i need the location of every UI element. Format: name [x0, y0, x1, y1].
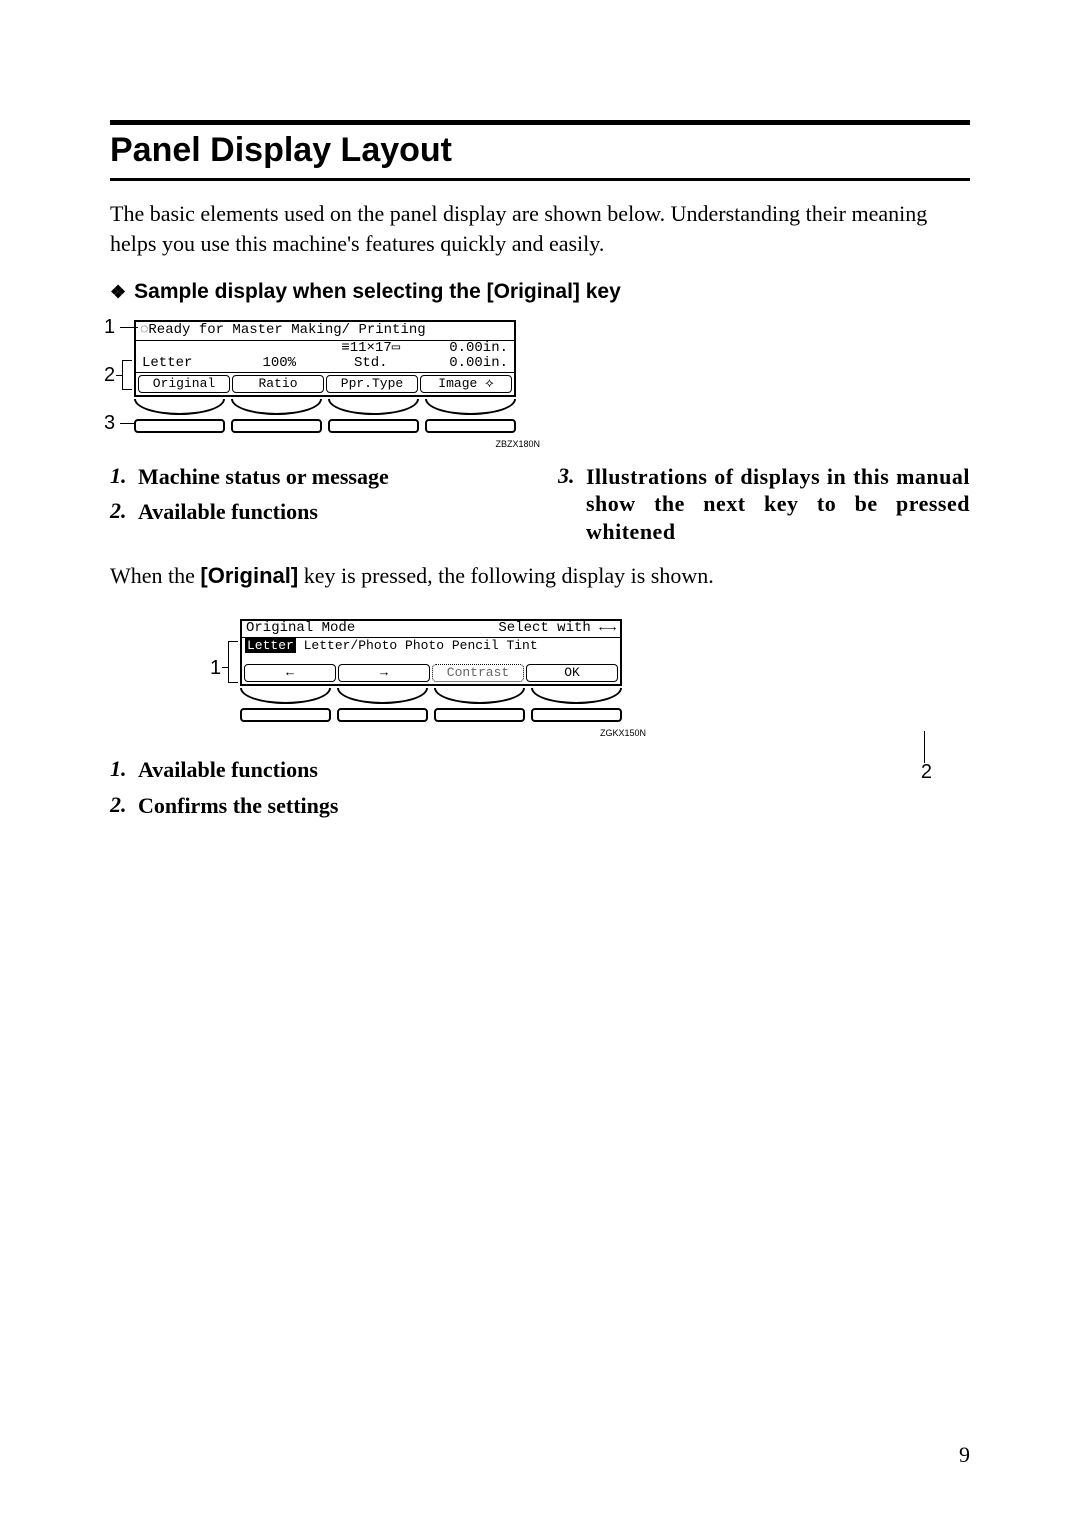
list-num-2: 2. — [110, 498, 132, 526]
hardkeys2-bottom — [240, 708, 622, 722]
list2-num-2: 2. — [110, 792, 132, 820]
callout-1: 1 — [104, 316, 115, 339]
softbtn-image: Image ⟡ — [420, 375, 512, 393]
mid-paragraph: When the [Original] key is pressed, the … — [110, 563, 970, 589]
callout-2: 2 — [104, 364, 115, 387]
figure-2: 1 Original Mode Select with ←→ Letter Le… — [240, 619, 970, 722]
callout2-2: 2 — [921, 761, 932, 784]
callout-list-1: 1.Machine status or message 2.Available … — [110, 463, 970, 554]
list-text-3: Illustrations of displays in this manual… — [586, 463, 970, 546]
list-text-1: Machine status or message — [138, 463, 389, 491]
intro-paragraph: The basic elements used on the panel dis… — [110, 199, 970, 258]
sample-heading: ❖Sample display when selecting the [Orig… — [110, 280, 970, 304]
hardkeys2-top — [240, 688, 622, 704]
list2-num-1: 1. — [110, 756, 132, 784]
list-text-2: Available functions — [138, 498, 318, 526]
list-num-3: 3. — [558, 463, 580, 546]
diamond-icon: ❖ — [110, 282, 126, 302]
figure-1-code: ZBZX180N — [134, 439, 540, 449]
lcd-info-row-1: ≡11×17▭ 0.00in. — [136, 341, 514, 356]
softbtn-contrast: Contrast — [432, 664, 524, 682]
list2-text-2: Confirms the settings — [138, 792, 338, 820]
lcd2-titlebar: Original Mode Select with ←→ — [242, 621, 620, 637]
softbtn-right: → — [338, 664, 430, 682]
lcd-display-1: ◌Ready for Master Making/ Printing ≡11×1… — [134, 320, 516, 396]
softbtn-ok: OK — [526, 664, 618, 682]
list2-text-1: Available functions — [138, 756, 318, 784]
hardkeys-top — [134, 399, 516, 415]
softbtn-original: Original — [138, 375, 230, 393]
softbtn-ppr-type: Ppr.Type — [326, 375, 418, 393]
softbtn-ratio: Ratio — [232, 375, 324, 393]
lcd2-soft-buttons: ← → Contrast OK — [242, 662, 620, 684]
callout2-1: 1 — [210, 657, 221, 680]
page-number: 9 — [959, 1442, 970, 1468]
callout-3: 3 — [104, 412, 115, 435]
figure-1: 1 2 3 ◌Ready for Master Making/ Printing… — [134, 320, 970, 432]
hardkeys-bottom — [134, 419, 516, 433]
original-key-label: [Original] — [200, 563, 298, 588]
lcd-info-row-2: Letter 100% Std. 0.00in. — [136, 356, 514, 372]
lcd-status: ◌Ready for Master Making/ Printing — [136, 322, 514, 340]
softbtn-left: ← — [244, 664, 336, 682]
callout-list-2: 1.Available functions 2.Confirms the set… — [110, 756, 970, 819]
lcd-display-2: Original Mode Select with ←→ Letter Lett… — [240, 619, 622, 686]
lcd-soft-buttons: Original Ratio Ppr.Type Image ⟡ — [136, 373, 514, 395]
page-title: Panel Display Layout — [110, 131, 970, 170]
lcd2-options: Letter Letter/Photo Photo Pencil Tint — [242, 638, 620, 654]
list-num-1: 1. — [110, 463, 132, 491]
figure-2-code: ZGKX150N — [240, 728, 646, 738]
